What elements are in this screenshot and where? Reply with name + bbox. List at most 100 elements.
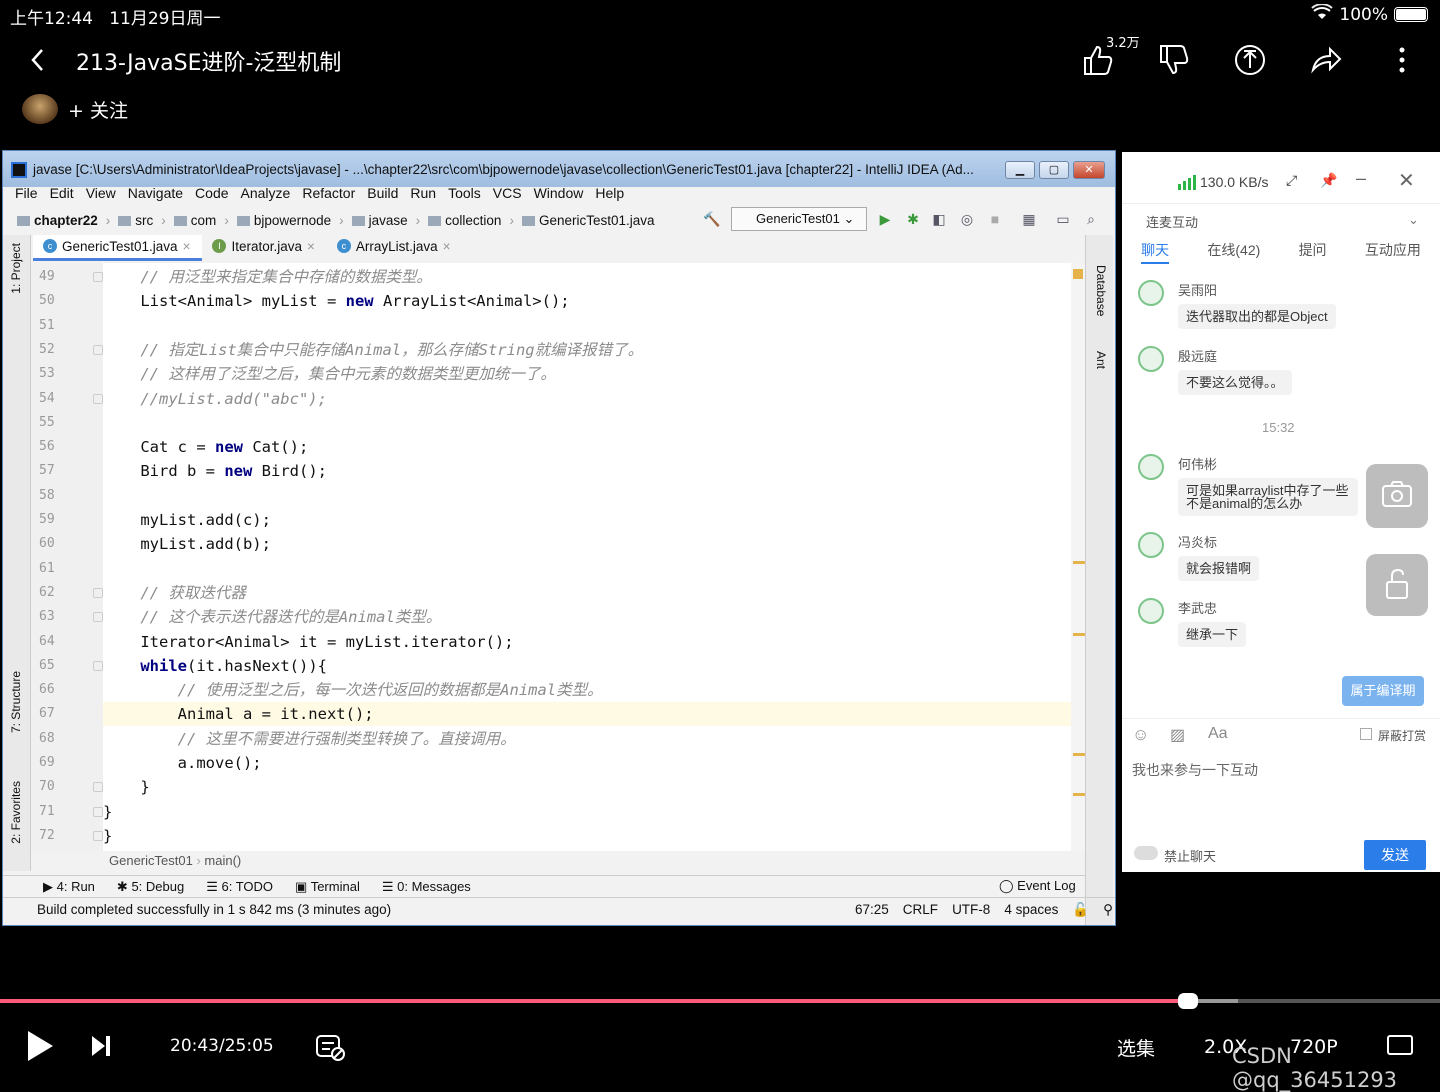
fold-marker-icon[interactable] bbox=[93, 272, 103, 282]
fold-marker-icon[interactable] bbox=[93, 393, 103, 404]
menu-edit[interactable]: Edit bbox=[50, 185, 74, 207]
code-line[interactable] bbox=[103, 411, 1071, 435]
favorites-tool-tab[interactable]: 2: Favorites bbox=[9, 781, 23, 844]
project-structure-icon[interactable]: ▦ bbox=[1021, 211, 1037, 227]
screen-lock-button[interactable] bbox=[1366, 554, 1428, 616]
nav-crumb[interactable]: src bbox=[118, 213, 153, 228]
fold-marker-icon[interactable] bbox=[93, 806, 103, 817]
editor-scrollbar[interactable] bbox=[1071, 263, 1085, 851]
chat-input[interactable]: 我也来参与一下互动 bbox=[1132, 760, 1258, 780]
close-button[interactable]: ✕ bbox=[1073, 161, 1105, 179]
code-line[interactable]: //myList.add("abc"); bbox=[103, 387, 1071, 411]
thumbs-up-icon[interactable] bbox=[1080, 42, 1116, 78]
menu-run[interactable]: Run bbox=[410, 185, 436, 207]
more-vertical-icon[interactable] bbox=[1384, 42, 1420, 78]
structure-tool-tab[interactable]: 7: Structure bbox=[9, 671, 23, 733]
run-icon[interactable]: ▶ bbox=[877, 211, 893, 227]
fold-marker-icon[interactable] bbox=[93, 612, 103, 623]
code-line[interactable]: // 指定List集合中只能存储Animal，那么存储String就编译报错了。 bbox=[103, 338, 1071, 362]
profile-icon[interactable]: ◎ bbox=[959, 211, 975, 227]
code-line[interactable]: // 使用泛型之后，每一次迭代返回的数据都是Animal类型。 bbox=[103, 678, 1071, 702]
code-line[interactable] bbox=[103, 484, 1071, 508]
change-marker[interactable] bbox=[1073, 561, 1085, 564]
code-line[interactable]: Bird b = new Bird(); bbox=[103, 459, 1071, 483]
episodes-button[interactable]: 选集 bbox=[1117, 1034, 1155, 1061]
menu-file[interactable]: File bbox=[15, 185, 38, 207]
file-encoding[interactable]: UTF-8 bbox=[952, 902, 990, 918]
image-icon[interactable]: ▨ bbox=[1170, 725, 1185, 745]
code-line[interactable] bbox=[103, 314, 1071, 338]
ant-tool-tab[interactable]: Ant bbox=[1094, 351, 1108, 369]
block-tips-checkbox[interactable] bbox=[1360, 728, 1372, 740]
code-line[interactable]: // 获取迭代器 bbox=[103, 581, 1071, 605]
progress-handle[interactable] bbox=[1178, 993, 1198, 1009]
code-line[interactable]: } bbox=[103, 824, 1071, 848]
danmaku-toggle-icon[interactable] bbox=[314, 1030, 346, 1062]
thumbs-down-icon[interactable] bbox=[1156, 42, 1192, 78]
fold-marker-icon[interactable] bbox=[93, 660, 103, 671]
line-separator[interactable]: CRLF bbox=[903, 902, 938, 918]
database-tool-tab[interactable]: Database bbox=[1094, 265, 1108, 316]
search-icon[interactable]: ⌕ bbox=[1083, 211, 1099, 227]
minimize-button[interactable]: ▁ bbox=[1005, 161, 1035, 179]
tab-arraylist[interactable]: c ArrayList.java × bbox=[327, 235, 463, 261]
code-line[interactable]: // 用泛型来指定集合中存储的数据类型。 bbox=[103, 265, 1071, 289]
tab-interactive-apps[interactable]: 互动应用 bbox=[1365, 240, 1421, 268]
debug-tool-button[interactable]: ✱ 5: Debug bbox=[117, 879, 184, 899]
menu-tools[interactable]: Tools bbox=[448, 185, 481, 207]
nav-crumb[interactable]: javase bbox=[351, 213, 408, 228]
menu-refactor[interactable]: Refactor bbox=[302, 185, 355, 207]
code-line[interactable]: myList.add(c); bbox=[103, 508, 1071, 532]
emoji-icon[interactable]: ☺ bbox=[1132, 725, 1149, 745]
chevron-down-icon[interactable]: ⌄ bbox=[1408, 212, 1419, 228]
follow-button[interactable]: + 关注 bbox=[68, 96, 128, 123]
terminal-tool-button[interactable]: ▣ Terminal bbox=[295, 879, 360, 899]
code-line[interactable] bbox=[103, 557, 1071, 581]
change-marker[interactable] bbox=[1073, 793, 1085, 796]
code-line[interactable]: // 这个表示迭代器迭代的是Animal类型。 bbox=[103, 605, 1071, 629]
fold-marker-icon[interactable] bbox=[93, 782, 103, 793]
code-line[interactable]: Iterator<Animal> it = myList.iterator(); bbox=[103, 630, 1071, 654]
inspector-icon[interactable]: ⚲ bbox=[1103, 902, 1113, 918]
video-progress-bar[interactable] bbox=[0, 999, 1440, 1003]
nav-crumb[interactable]: chapter22 bbox=[17, 213, 98, 228]
indent-setting[interactable]: 4 spaces bbox=[1004, 902, 1058, 918]
code-line[interactable]: Animal a = it.next(); bbox=[103, 702, 1071, 727]
close-icon[interactable]: ✕ bbox=[1398, 168, 1415, 193]
layout-icon[interactable]: ▭ bbox=[1055, 211, 1071, 227]
maximize-button[interactable]: ▢ bbox=[1039, 161, 1069, 179]
screenshot-button[interactable] bbox=[1366, 464, 1428, 528]
expand-icon[interactable]: ⤢ bbox=[1286, 172, 1297, 189]
code-line[interactable]: List<Animal> myList = new ArrayList<Anim… bbox=[103, 289, 1071, 313]
minimize-icon[interactable]: – bbox=[1356, 168, 1366, 189]
tab-online[interactable]: 在线(42) bbox=[1207, 240, 1260, 268]
code-line[interactable]: a.move(); bbox=[103, 751, 1071, 775]
menu-window[interactable]: Window bbox=[534, 185, 584, 207]
project-tool-tab[interactable]: 1: Project bbox=[9, 243, 23, 294]
run-tool-button[interactable]: ▶ 4: Run bbox=[43, 879, 95, 899]
uploader-avatar[interactable] bbox=[22, 94, 58, 124]
caret-position[interactable]: 67:25 bbox=[855, 902, 889, 918]
breadcrumb-class[interactable]: GenericTest01 bbox=[109, 853, 193, 868]
close-tab-icon[interactable]: × bbox=[307, 239, 315, 261]
lock-icon[interactable]: 🔓 bbox=[1072, 902, 1089, 918]
close-tab-icon[interactable]: × bbox=[183, 239, 191, 258]
menu-navigate[interactable]: Navigate bbox=[128, 185, 183, 207]
run-configuration-select[interactable]: GenericTest01 ⌄ bbox=[731, 207, 867, 231]
font-size-icon[interactable]: Aa bbox=[1208, 725, 1228, 743]
tab-iterator[interactable]: I Iterator.java × bbox=[202, 235, 326, 261]
event-log-button[interactable]: ◯ Event Log bbox=[999, 878, 1076, 894]
change-marker[interactable] bbox=[1073, 633, 1085, 636]
build-hammer-icon[interactable]: 🔨 bbox=[703, 211, 720, 227]
menu-analyze[interactable]: Analyze bbox=[241, 185, 291, 207]
pin-icon[interactable]: 📌 bbox=[1320, 172, 1337, 189]
nav-crumb[interactable]: com bbox=[173, 213, 216, 228]
chat-section-title[interactable]: 连麦互动 ⌄ bbox=[1146, 212, 1419, 231]
tab-questions[interactable]: 提问 bbox=[1299, 240, 1327, 268]
coverage-icon[interactable]: ◧ bbox=[931, 211, 947, 227]
mute-chat-toggle[interactable] bbox=[1134, 846, 1158, 860]
code-line[interactable]: while(it.hasNext()){ bbox=[103, 654, 1071, 678]
breadcrumb-method[interactable]: main() bbox=[204, 853, 241, 868]
quiz-answer-button[interactable]: 属于编译期 bbox=[1342, 676, 1424, 706]
play-icon[interactable] bbox=[24, 1028, 56, 1064]
